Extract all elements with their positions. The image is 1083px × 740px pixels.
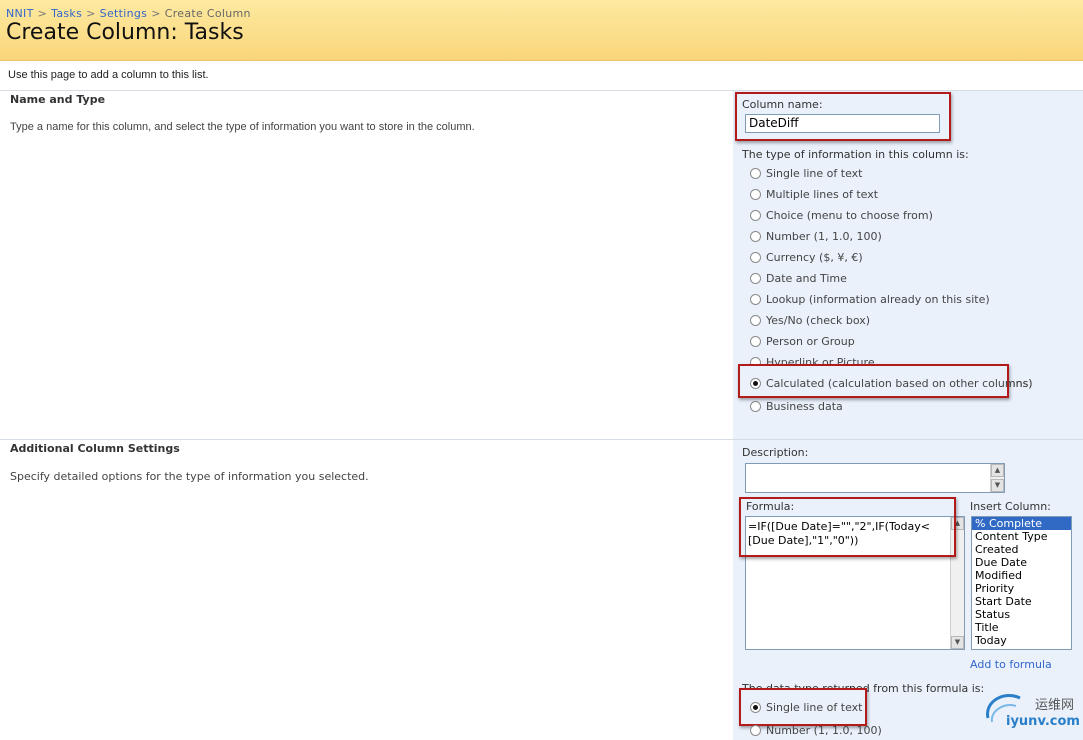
insert-column-option[interactable]: Due Date	[972, 556, 1071, 569]
formula-textarea[interactable]: =IF([Due Date]="","2",IF(Today< [Due Dat…	[745, 516, 965, 650]
formula-label: Formula:	[746, 500, 795, 513]
type-radio-label: Person or Group	[766, 334, 855, 348]
description-textarea[interactable]: ▲ ▼	[745, 463, 1005, 493]
radio-button-icon[interactable]	[750, 314, 761, 326]
type-radio-hyperlink[interactable]: Hyperlink or Picture	[750, 354, 875, 370]
scroll-down-icon[interactable]: ▼	[951, 636, 964, 649]
radio-button-checked-icon[interactable]	[750, 377, 761, 389]
add-to-formula-link[interactable]: Add to formula	[970, 658, 1052, 671]
insert-column-listbox[interactable]: % Complete Content Type Created Due Date…	[971, 516, 1072, 650]
radio-button-icon[interactable]	[750, 356, 761, 368]
radio-button-checked-icon[interactable]	[750, 701, 761, 713]
type-radio-multiple-lines[interactable]: Multiple lines of text	[750, 186, 878, 202]
type-radio-date-time[interactable]: Date and Time	[750, 270, 847, 286]
insert-column-option[interactable]: Status	[972, 608, 1071, 621]
description-scrollbar[interactable]: ▲ ▼	[990, 464, 1004, 492]
insert-column-label: Insert Column:	[970, 500, 1051, 513]
type-radio-calculated-overlay[interactable]: Calculated (calculation based on other c…	[750, 375, 1033, 391]
breadcrumb-separator: >	[37, 7, 48, 20]
breadcrumb-settings[interactable]: Settings	[100, 7, 148, 20]
radio-button-icon[interactable]	[750, 293, 761, 305]
insert-column-option[interactable]: Title	[972, 621, 1071, 634]
scroll-up-icon[interactable]: ▲	[991, 464, 1004, 477]
return-radio-single-line[interactable]: Single line of text	[750, 699, 862, 715]
breadcrumb-current: Create Column	[164, 7, 251, 20]
radio-button-icon[interactable]	[750, 167, 761, 179]
intro-text: Use this page to add a column to this li…	[8, 69, 209, 81]
name-type-description: Type a name for this column, and select …	[10, 121, 475, 133]
watermark-en-text: iyunv.com	[1006, 714, 1080, 729]
name-type-title: Name and Type	[10, 93, 106, 106]
type-radio-label: Single line of text	[766, 166, 863, 180]
type-radio-label: Multiple lines of text	[766, 187, 879, 201]
type-radio-yes-no[interactable]: Yes/No (check box)	[750, 312, 870, 328]
type-radio-currency[interactable]: Currency ($, ¥, €)	[750, 249, 863, 265]
return-type-label: The data type returned from this formula…	[742, 682, 985, 695]
type-radio-label: Business data	[766, 399, 843, 413]
column-name-input[interactable]: DateDiff	[745, 114, 940, 133]
radio-button-icon[interactable]	[750, 251, 761, 263]
description-label: Description:	[742, 446, 809, 459]
radio-button-icon[interactable]	[750, 272, 761, 284]
type-radio-single-line[interactable]: Single line of text	[750, 165, 862, 181]
radio-button-icon[interactable]	[750, 230, 761, 242]
type-radio-label: Yes/No (check box)	[766, 313, 871, 327]
insert-column-option[interactable]: Created	[972, 543, 1071, 556]
type-radio-label: Date and Time	[766, 271, 847, 285]
radio-button-icon[interactable]	[750, 188, 761, 200]
scroll-up-icon[interactable]: ▲	[951, 517, 964, 530]
radio-button-icon[interactable]	[750, 209, 761, 221]
return-radio-number[interactable]: Number (1, 1.0, 100)	[750, 722, 882, 738]
type-radio-label: Currency ($, ¥, €)	[766, 250, 863, 264]
type-radio-label: Lookup (information already on this site…	[766, 292, 990, 306]
insert-column-option[interactable]: Modified	[972, 569, 1071, 582]
breadcrumb-separator: >	[86, 7, 96, 20]
insert-column-option[interactable]: Priority	[972, 582, 1071, 595]
type-radio-label: Number (1, 1.0, 100)	[766, 229, 882, 243]
type-label: The type of information in this column i…	[742, 148, 969, 161]
breadcrumb-tasks[interactable]: Tasks	[51, 7, 82, 20]
page-header: NNIT > Tasks > Settings > Create Column Create…	[0, 0, 1083, 61]
formula-text: =IF([Due Date]="","2",IF(Today< [Due Dat…	[748, 520, 948, 548]
watermark-cn-text: 运维网	[1035, 698, 1075, 713]
return-radio-label: Single line of text	[766, 700, 863, 714]
insert-column-option[interactable]: Start Date	[972, 595, 1071, 608]
additional-settings-description: Specify detailed options for the type of…	[10, 470, 369, 483]
type-radio-person-group[interactable]: Person or Group	[750, 333, 855, 349]
additional-settings-title: Additional Column Settings	[10, 442, 180, 455]
column-name-label: Column name:	[742, 98, 823, 111]
insert-column-option[interactable]: % Complete	[972, 517, 1071, 530]
type-radio-number[interactable]: Number (1, 1.0, 100)	[750, 228, 882, 244]
type-radio-choice[interactable]: Choice (menu to choose from)	[750, 207, 933, 223]
radio-button-icon[interactable]	[750, 724, 761, 736]
scroll-down-icon[interactable]: ▼	[991, 479, 1004, 492]
type-radio-label: Hyperlink or Picture	[766, 355, 875, 369]
page-title: Create Column: Tasks	[6, 20, 244, 45]
watermark-logo: 运维网 iyunv.com	[980, 688, 1080, 733]
breadcrumb: NNIT > Tasks > Settings > Create Column	[6, 7, 251, 20]
breadcrumb-separator: >	[151, 7, 161, 20]
formula-line-2: [Due Date],"1","0"))	[748, 534, 859, 547]
type-radio-label: Calculated (calculation based on other c…	[766, 376, 1033, 390]
return-radio-label: Number (1, 1.0, 100)	[766, 723, 882, 737]
insert-column-option[interactable]: Content Type	[972, 530, 1071, 543]
type-radio-lookup[interactable]: Lookup (information already on this site…	[750, 291, 990, 307]
insert-column-option[interactable]: Today	[972, 634, 1071, 647]
type-radio-label: Choice (menu to choose from)	[766, 208, 933, 222]
radio-button-icon[interactable]	[750, 400, 761, 412]
type-radio-business-data[interactable]: Business data	[750, 398, 843, 414]
formula-line-1: =IF([Due Date]="","2",IF(Today<	[748, 520, 930, 533]
radio-button-icon[interactable]	[750, 335, 761, 347]
formula-scrollbar[interactable]: ▲ ▼	[950, 517, 964, 649]
breadcrumb-nnit[interactable]: NNIT	[6, 7, 34, 20]
